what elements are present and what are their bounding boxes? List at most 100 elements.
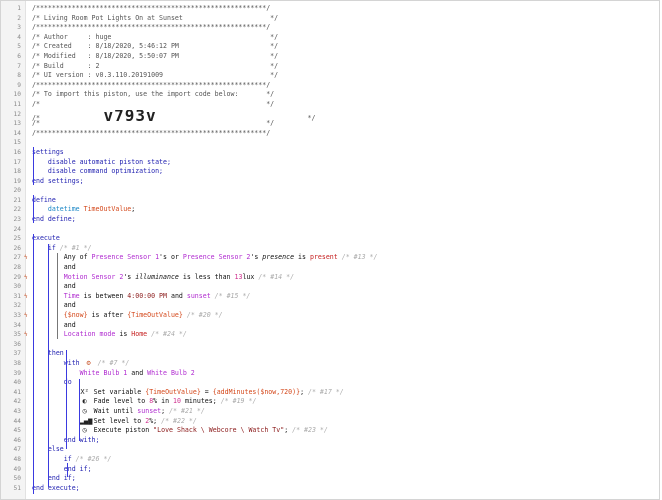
code-line: 17 disable automatic piston state; [1, 158, 659, 168]
code-token: sunset [137, 406, 162, 415]
line-number: 40 [13, 379, 21, 387]
code-token: if [32, 454, 76, 463]
trigger-icon: ϟ [24, 312, 28, 319]
line-text: /* Living Room Pot Lights On at Sunset *… [32, 14, 655, 24]
code-token: /* */ [32, 119, 275, 128]
code-token: and [127, 368, 148, 377]
code-token: /* To import this piston, use the import… [32, 90, 275, 99]
do-block-guide [79, 379, 80, 441]
line-number: 44 [13, 417, 21, 425]
code-token: and [32, 320, 76, 329]
line-text: /* Author : huge */ [32, 33, 655, 43]
line-number: 21 [13, 196, 21, 204]
code-line: 23 end define; [1, 215, 659, 225]
line-text: and [32, 321, 655, 331]
line-number: 29 [13, 273, 21, 281]
line-number: 9 [17, 81, 21, 89]
code-line: 25 execute [1, 234, 659, 244]
code-line: 34 and [1, 321, 659, 331]
code-line: 43 ◷ Wait until sunset; /* #21 */ [1, 407, 659, 417]
line-number: 26 [13, 244, 21, 252]
line-text: /* UI version : v0.3.110.20191009 */ [32, 71, 655, 81]
code-token: /* Living Room Pot Lights On at Sunset *… [32, 13, 279, 22]
code-line: 11 /* */ [1, 100, 659, 110]
line-number: 38 [13, 359, 21, 367]
code-line: 21 define [1, 196, 659, 206]
code-line: 37 then [1, 349, 659, 359]
code-token: with [32, 358, 84, 367]
code-token: /* #15 */ [210, 291, 251, 300]
code-line: 44 ▂▄▆ Set level to 2%; /* #22 */ [1, 417, 659, 427]
code-token: Set level to [89, 416, 146, 425]
code-token: is after [87, 311, 128, 319]
line-text: /***************************************… [32, 81, 655, 91]
line-text: /* */ [32, 119, 655, 129]
line-text: /***************************************… [32, 129, 655, 139]
trigger-icon: ϟ [24, 254, 28, 262]
code-token: end define; [32, 215, 76, 224]
line-number: 7 [17, 62, 21, 70]
code-token: /* #14 */ [254, 272, 295, 281]
code-line: 29 ϟ Motion Sensor 2's illuminance is les… [1, 273, 659, 283]
code-line: 28 and [1, 263, 659, 273]
line-number: 39 [13, 369, 21, 377]
code-line: 47 else [1, 445, 659, 455]
code-token: if [32, 243, 60, 252]
line-number: 24 [13, 225, 21, 233]
line-text: ◐ Fade level to 8% in 10 minutes; /* #19… [32, 397, 655, 407]
code-token: Presence Sensor 2 [182, 253, 251, 262]
code-line: 9 /**************************************… [1, 81, 659, 91]
code-token: sunset [186, 291, 211, 300]
code-line: 2 /* Living Room Pot Lights On at Sunset … [1, 14, 659, 24]
code-line: 13 /* */ [1, 119, 659, 129]
code-token: Location mode [63, 330, 116, 339]
line-text: {$now} is after {TimeOutValue} /* #20 */ [32, 311, 655, 321]
code-line: 27 ϟ Any of Presence Sensor 1's or Presen… [1, 253, 659, 263]
code-token: 10 [173, 397, 181, 406]
line-text: define [32, 196, 655, 206]
line-text: then [32, 349, 655, 359]
line-number: 33 [13, 312, 21, 319]
code-line: 51 end execute; [1, 484, 659, 494]
line-text: Location mode is Home /* #24 */ [32, 330, 655, 340]
code-token: and [32, 301, 76, 310]
line-number: 31 [13, 292, 21, 300]
code-token: 4:00:00 PM [127, 291, 167, 300]
code-token: /* #7 */ [93, 358, 130, 367]
line-text: /* Created : 8/18/2020, 5:46:12 PM */ [32, 42, 655, 52]
code-token: % in [153, 397, 174, 406]
line-text: end if; [32, 465, 655, 475]
code-token: and [167, 291, 187, 300]
code-token: /* #26 */ [75, 454, 112, 463]
code-token: /* Build : 2 */ [32, 61, 279, 70]
line-text: end if; [32, 474, 655, 484]
code-token: /* Modified : 8/18/2020, 5:50:07 PM */ [32, 51, 279, 60]
code-token: /* #1 */ [59, 243, 92, 252]
code-token: end execute; [32, 483, 80, 492]
line-number: 50 [13, 475, 21, 483]
line-number: 27 [13, 254, 21, 262]
code-token: ; [300, 387, 309, 396]
code-line: 10 /* To import this piston, use the impo… [1, 90, 659, 100]
line-number: 16 [13, 148, 21, 156]
code-token: {TimeOutValue} [145, 387, 201, 396]
line-number: 32 [13, 302, 21, 310]
code-token: /* */ [32, 99, 275, 108]
line-text: ◷ Execute piston "Love Shack \ Webcore \… [32, 426, 655, 436]
line-text: and [32, 282, 655, 292]
code-line: 22 datetime TimeOutValue; [1, 205, 659, 215]
line-text: Motion Sensor 2's illuminance is less th… [32, 273, 655, 283]
trigger-icon: ϟ [24, 273, 28, 281]
line-text: /* Build : 2 */ [32, 62, 655, 72]
code-token: Home [131, 330, 148, 339]
code-token: end if; [32, 464, 92, 473]
code-token: is [115, 330, 132, 339]
line-number: 15 [13, 139, 21, 147]
line-number: 18 [13, 168, 21, 176]
line-number: 8 [17, 72, 21, 80]
code-token: datetime [32, 205, 84, 214]
line-text: with ⚙ /* #7 */ [32, 359, 655, 369]
line-number: 37 [13, 350, 21, 358]
code-line: 26 if /* #1 */ [1, 244, 659, 254]
code-line: 19 end settings; [1, 177, 659, 187]
